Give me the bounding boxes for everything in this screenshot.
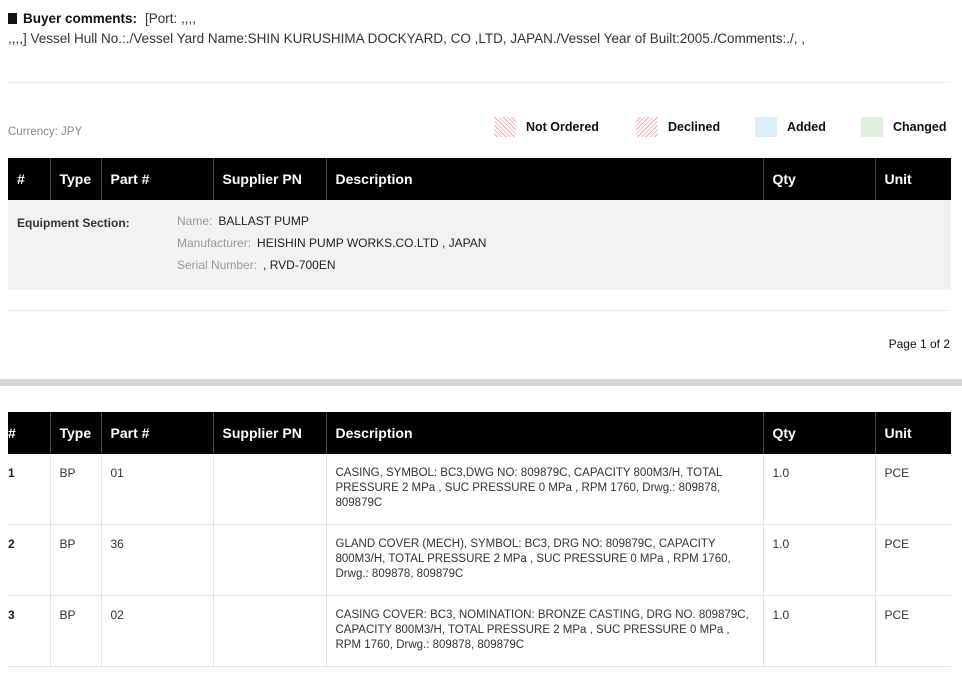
bullet-square-icon [8, 13, 17, 24]
buyer-comments-line1: [Port: ,,,, [145, 11, 197, 26]
equipment-serial: Serial Number:, RVD-700EN [177, 258, 336, 272]
col-header-part[interactable]: Part # [101, 412, 214, 454]
legend-not-ordered: Not Ordered [494, 117, 599, 137]
row-description: GLAND COVER (MECH), SYMBOL: BC3, DRG NO:… [326, 524, 764, 596]
row-type: BP [50, 524, 102, 596]
row-type: BP [50, 595, 102, 667]
row-part: 02 [101, 595, 214, 667]
row-number: 2 [8, 524, 51, 596]
col-header-description[interactable]: Description [326, 158, 764, 200]
row-part: 01 [101, 454, 214, 525]
legend-added: Added [755, 117, 826, 137]
row-unit: PCE [875, 595, 951, 667]
divider [8, 310, 950, 311]
buyer-comments-label: Buyer comments: [23, 11, 138, 26]
page-number: Page 1 of 2 [888, 337, 950, 351]
row-type: BP [50, 454, 102, 525]
row-part: 36 [101, 524, 214, 596]
legend-declined: Declined [636, 117, 720, 137]
col-header-number[interactable]: # [8, 412, 51, 454]
currency-label: Currency: JPY [8, 126, 83, 138]
divider [8, 82, 950, 83]
table-row[interactable]: 3 BP 02 CASING COVER: BC3, NOMINATION: B… [8, 595, 951, 667]
row-unit: PCE [875, 524, 951, 596]
equipment-section-title: Equipment Section: [17, 216, 130, 230]
added-swatch-icon [755, 117, 777, 137]
table-row[interactable]: 1 BP 01 CASING, SYMBOL: BC3,DWG NO: 8098… [8, 454, 951, 525]
legend-changed: Changed [861, 117, 946, 137]
col-header-qty[interactable]: Qty [763, 412, 876, 454]
row-description: CASING, SYMBOL: BC3,DWG NO: 809879C, CAP… [326, 454, 764, 525]
row-supplier-pn [213, 524, 327, 596]
equipment-name: Name: BALLAST PUMP [177, 214, 309, 228]
col-header-supplier-pn[interactable]: Supplier PN [213, 158, 327, 200]
col-header-supplier-pn[interactable]: Supplier PN [213, 412, 327, 454]
col-header-part[interactable]: Part # [101, 158, 214, 200]
declined-swatch-icon [636, 117, 658, 137]
parts-table-header-page1: # Type Part # Supplier PN Description Qt… [8, 158, 951, 200]
parts-table-page2: # Type Part # Supplier PN Description Qt… [8, 412, 951, 667]
row-number: 3 [8, 595, 51, 667]
row-qty: 1.0 [763, 454, 876, 525]
row-description: CASING COVER: BC3, NOMINATION: BRONZE CA… [326, 595, 764, 667]
page-break [0, 379, 962, 386]
row-qty: 1.0 [763, 595, 876, 667]
col-header-description[interactable]: Description [326, 412, 764, 454]
equipment-manufacturer: Manufacturer: HEISHIN PUMP WORKS.CO.LTD ,… [177, 236, 487, 250]
row-number: 1 [8, 454, 51, 525]
col-header-number[interactable]: # [8, 158, 51, 200]
row-qty: 1.0 [763, 524, 876, 596]
col-header-qty[interactable]: Qty [763, 158, 876, 200]
col-header-unit[interactable]: Unit [875, 412, 951, 454]
equipment-section: Equipment Section: Name: BALLAST PUMP Man… [8, 200, 951, 290]
row-unit: PCE [875, 454, 951, 525]
row-supplier-pn [213, 454, 327, 525]
col-header-type[interactable]: Type [50, 412, 102, 454]
buyer-comments: Buyer comments: [Port: ,,,, ,,,,] Vessel … [8, 9, 953, 49]
row-supplier-pn [213, 595, 327, 667]
changed-swatch-icon [861, 117, 883, 137]
col-header-type[interactable]: Type [50, 158, 102, 200]
buyer-comments-line2: ,,,,] Vessel Hull No.:./Vessel Yard Name… [8, 31, 806, 46]
table-row[interactable]: 2 BP 36 GLAND COVER (MECH), SYMBOL: BC3,… [8, 524, 951, 596]
not-ordered-swatch-icon [494, 117, 516, 137]
col-header-unit[interactable]: Unit [875, 158, 951, 200]
